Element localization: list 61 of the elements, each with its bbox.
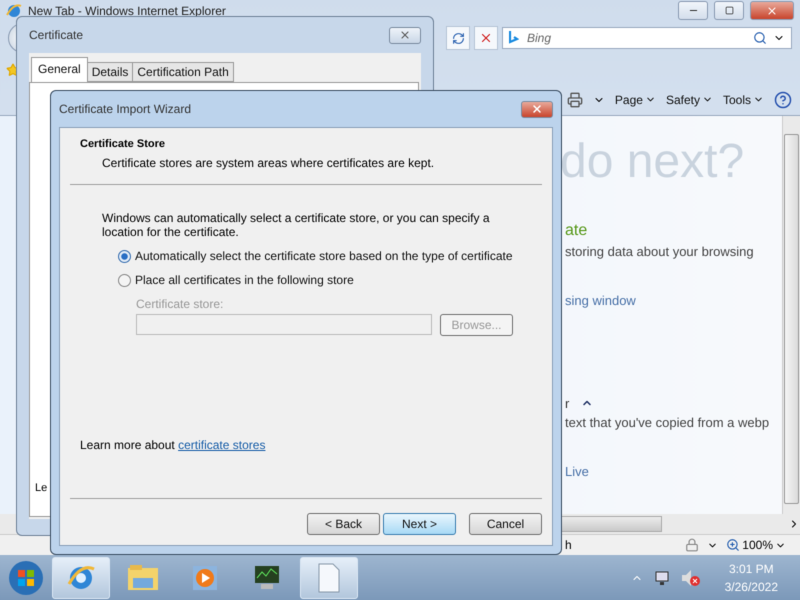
minimize-button[interactable] <box>678 1 708 20</box>
clock-date: 3/26/2022 <box>724 580 778 594</box>
print-icon[interactable] <box>566 92 583 108</box>
status-text: h <box>565 538 573 552</box>
close-button[interactable] <box>521 100 553 118</box>
certificate-text: Le <box>35 482 48 494</box>
search-box[interactable]: Bing <box>502 27 792 50</box>
dialog-button[interactable]: Next > <box>383 513 456 535</box>
stop-button[interactable] <box>474 26 498 50</box>
field-label: Certificate store: <box>136 297 224 311</box>
search-icon[interactable] <box>753 31 767 46</box>
restore-icon <box>724 6 734 16</box>
close-icon <box>766 4 778 17</box>
zoom-button[interactable]: 100% <box>726 538 800 552</box>
close-icon <box>399 29 411 41</box>
radio-option[interactable]: Automatically select the certificate store based on the type of certificate <box>118 249 542 263</box>
window-title: New Tab - Windows Internet Explorer <box>28 4 227 18</box>
description-text: Windows can automatically select a certificate store, or you can specify a location for the certificate. <box>102 211 491 239</box>
menu-button[interactable]: Safety <box>666 92 713 107</box>
page-link[interactable]: Live <box>565 464 782 479</box>
network-icon[interactable] <box>652 570 671 586</box>
browser-logo-icon <box>6 2 22 19</box>
search-provider-icon <box>509 31 519 46</box>
menu-button[interactable]: Page <box>614 92 656 107</box>
scrollbar[interactable] <box>782 116 800 514</box>
dialog-title: Certificate Import Wizard <box>59 102 192 116</box>
dialog-title: Certificate <box>29 28 84 42</box>
dialog-button[interactable]: < Back <box>307 513 380 535</box>
muted-speaker-icon[interactable] <box>680 568 701 586</box>
close-button[interactable] <box>750 1 794 20</box>
radio-icon[interactable] <box>118 250 131 262</box>
monitor-icon[interactable] <box>252 564 282 592</box>
taskbar-button[interactable] <box>300 556 358 598</box>
tab[interactable]: Certification Path <box>132 62 234 82</box>
refresh-icon <box>452 32 464 45</box>
page-text: text that you've copied from a webp <box>565 414 770 430</box>
section-heading: ate <box>565 222 588 240</box>
lock-icon[interactable] <box>685 538 700 552</box>
tab[interactable]: General <box>31 57 88 82</box>
certificate-stores-link[interactable]: certificate stores <box>178 438 266 452</box>
maximize-button[interactable] <box>714 1 744 20</box>
refresh-button[interactable] <box>446 26 470 50</box>
menu-button[interactable]: Tools <box>722 92 764 107</box>
clock-time: 3:01 PM <box>728 562 774 576</box>
page-subtitle: Certificate stores are system areas where certificates are kept. <box>102 156 436 170</box>
learn-more-text: Learn more about certificate stores <box>80 438 266 452</box>
dialog-button[interactable]: Cancel <box>469 513 542 535</box>
media-player-icon[interactable] <box>191 564 219 592</box>
page-link[interactable]: sing window <box>565 292 782 308</box>
document-icon[interactable] <box>317 562 341 592</box>
taskbar-button[interactable] <box>52 556 110 598</box>
section-heading[interactable]: r <box>565 396 782 411</box>
radio-icon[interactable] <box>118 274 131 286</box>
radio-option[interactable]: Place all certificates in the following store <box>118 273 542 287</box>
page-heading: Certificate Store <box>80 138 166 150</box>
help-icon[interactable] <box>774 90 792 109</box>
close-button[interactable] <box>389 26 421 44</box>
page-text: storing data about your browsing <box>565 244 755 259</box>
zoom-icon <box>726 538 740 552</box>
close-icon <box>531 103 543 115</box>
tab[interactable]: Details <box>86 62 134 82</box>
